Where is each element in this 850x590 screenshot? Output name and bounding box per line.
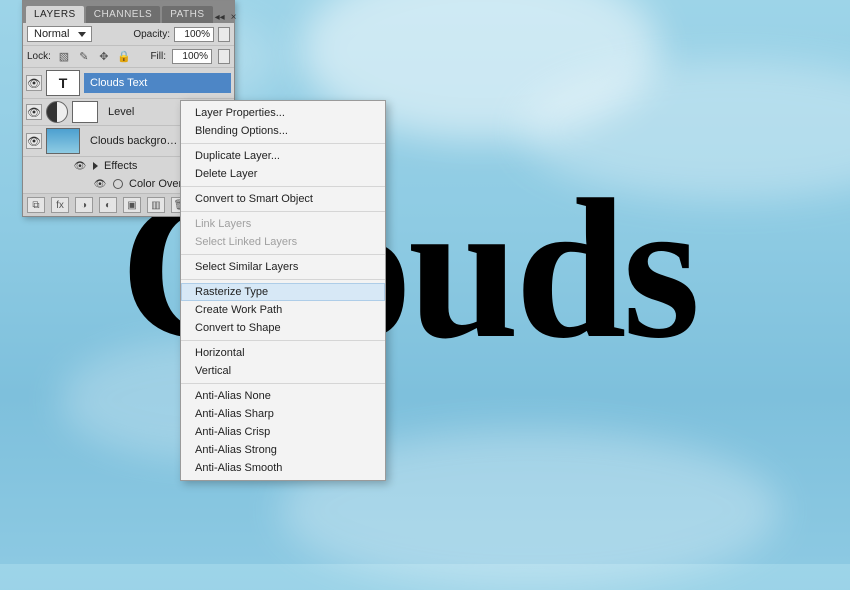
- visibility-icon[interactable]: 👁: [93, 177, 107, 191]
- lock-paint-icon[interactable]: ✎: [77, 50, 91, 64]
- opacity-stepper[interactable]: [218, 27, 230, 42]
- fill-input[interactable]: 100%: [172, 49, 212, 64]
- opacity-label: Opacity:: [133, 29, 170, 40]
- mask-icon[interactable]: ◑: [75, 197, 93, 213]
- effect-dot-icon: [113, 179, 123, 189]
- menu-item[interactable]: Select Similar Layers: [181, 258, 385, 276]
- menu-item[interactable]: Anti-Alias Strong: [181, 441, 385, 459]
- tab-channels[interactable]: CHANNELS: [86, 6, 160, 23]
- visibility-icon[interactable]: 👁: [26, 133, 42, 149]
- new-layer-icon[interactable]: ▥: [147, 197, 165, 213]
- group-icon[interactable]: ▣: [123, 197, 141, 213]
- layer-thumb-adjustment: [46, 101, 68, 123]
- menu-item[interactable]: Vertical: [181, 362, 385, 380]
- adjustment-icon[interactable]: ◐: [99, 197, 117, 213]
- collapse-icon[interactable]: ◂◂: [215, 12, 225, 23]
- link-icon[interactable]: ⧉: [27, 197, 45, 213]
- menu-item[interactable]: Anti-Alias Crisp: [181, 423, 385, 441]
- menu-item[interactable]: Anti-Alias Smooth: [181, 459, 385, 477]
- menu-item[interactable]: Delete Layer: [181, 165, 385, 183]
- disclosure-triangle-icon[interactable]: [93, 162, 98, 170]
- lock-all-icon[interactable]: 🔒: [117, 50, 131, 64]
- visibility-icon[interactable]: 👁: [26, 104, 42, 120]
- visibility-icon[interactable]: 👁: [73, 159, 87, 173]
- blend-row: Normal Opacity: 100%: [23, 23, 234, 46]
- menu-item[interactable]: Layer Properties...: [181, 104, 385, 122]
- opacity-input[interactable]: 100%: [174, 27, 214, 42]
- menu-item[interactable]: Blending Options...: [181, 122, 385, 140]
- context-menu: Layer Properties...Blending Options... Du…: [180, 100, 386, 481]
- lock-transparency-icon[interactable]: ▧: [57, 50, 71, 64]
- menu-item[interactable]: Convert to Smart Object: [181, 190, 385, 208]
- visibility-icon[interactable]: 👁: [26, 75, 42, 91]
- panel-tabs: LAYERS CHANNELS PATHS ◂◂ ×: [23, 1, 234, 23]
- menu-item[interactable]: Horizontal: [181, 344, 385, 362]
- menu-item[interactable]: Rasterize Type: [181, 283, 385, 301]
- fill-stepper[interactable]: [218, 49, 230, 64]
- close-icon[interactable]: ×: [231, 12, 237, 23]
- lock-position-icon[interactable]: ✥: [97, 50, 111, 64]
- fx-icon[interactable]: fx: [51, 197, 69, 213]
- menu-item[interactable]: Anti-Alias Sharp: [181, 405, 385, 423]
- layer-thumb-text: T: [46, 70, 80, 96]
- menu-item: Link Layers: [181, 215, 385, 233]
- lock-label: Lock:: [27, 51, 51, 62]
- menu-item[interactable]: Duplicate Layer...: [181, 147, 385, 165]
- lock-row: Lock: ▧ ✎ ✥ 🔒 Fill: 100%: [23, 46, 234, 68]
- fill-label: Fill:: [150, 51, 166, 62]
- tab-layers[interactable]: LAYERS: [26, 6, 84, 23]
- menu-item[interactable]: Create Work Path: [181, 301, 385, 319]
- layer-label: Clouds Text: [84, 73, 231, 93]
- layer-thumb-image: [46, 128, 80, 154]
- menu-item: Select Linked Layers: [181, 233, 385, 251]
- effects-label: Effects: [104, 160, 137, 172]
- blend-mode-select[interactable]: Normal: [27, 26, 92, 42]
- tab-paths[interactable]: PATHS: [162, 6, 212, 23]
- layer-mask-thumb: [72, 101, 98, 123]
- layer-clouds-text[interactable]: 👁 T Clouds Text: [23, 68, 234, 99]
- menu-item[interactable]: Anti-Alias None: [181, 387, 385, 405]
- menu-item[interactable]: Convert to Shape: [181, 319, 385, 337]
